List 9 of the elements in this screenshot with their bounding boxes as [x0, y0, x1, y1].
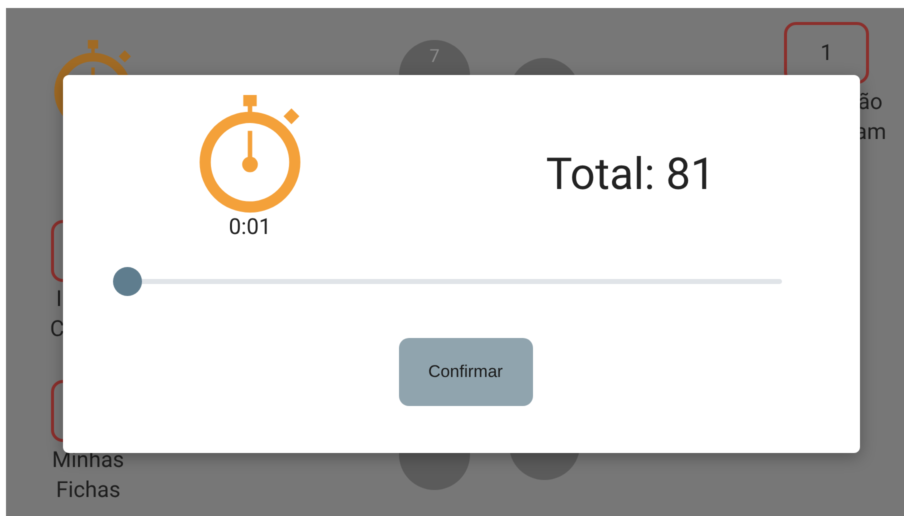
menu-label: I [56, 286, 62, 314]
menu-label: Minhas [52, 447, 124, 475]
elapsed-time: 0:01 [228, 214, 272, 240]
menu-label: Fichas [56, 477, 120, 505]
menu-label: C [50, 316, 64, 344]
badge-label: ão [858, 89, 883, 117]
slider-thumb[interactable] [113, 266, 142, 296]
total-score: Total: 81 [546, 148, 716, 200]
confirm-button[interactable]: Confirmar [398, 338, 532, 406]
